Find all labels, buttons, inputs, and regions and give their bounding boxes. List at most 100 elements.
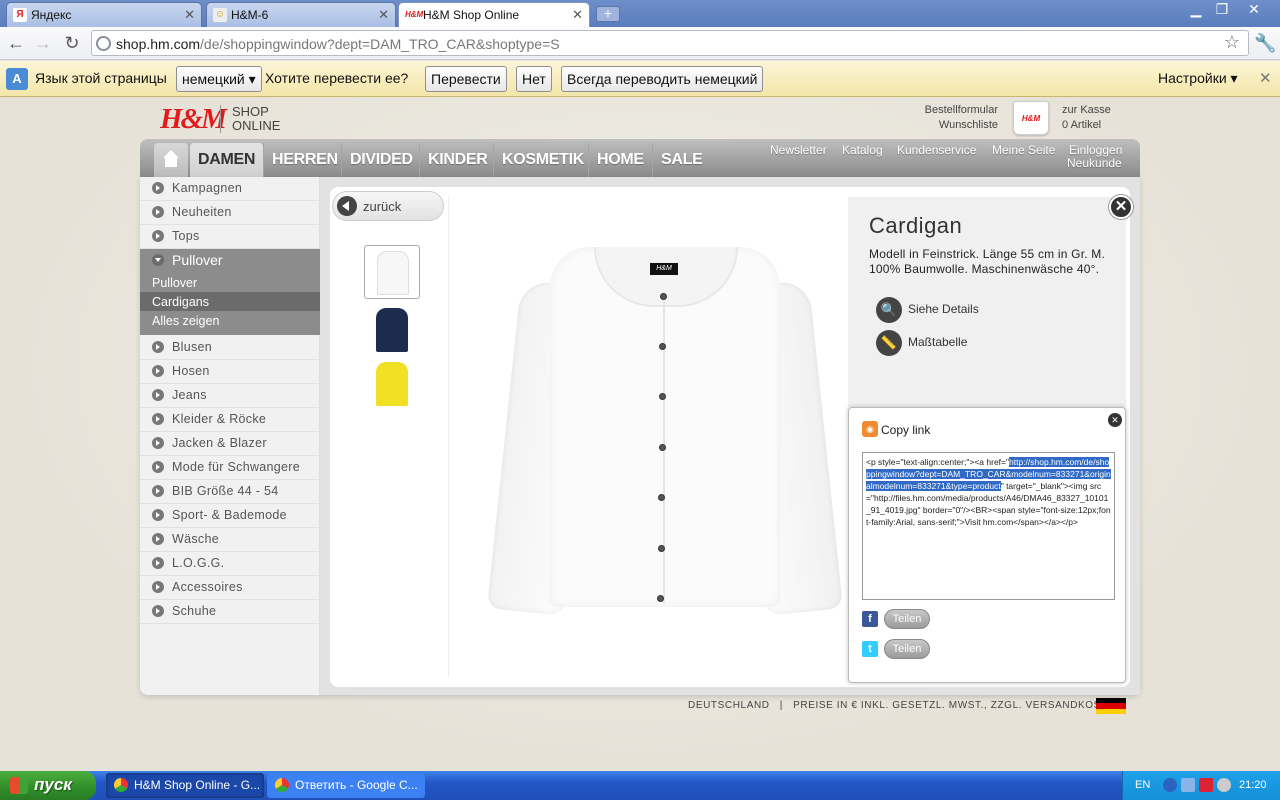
infobar-settings[interactable]: Настройки ▾ <box>1158 70 1238 87</box>
embed-code-textarea[interactable]: <p style="text-align:center;"><a href="h… <box>862 452 1115 600</box>
german-flag-icon[interactable] <box>1096 698 1126 714</box>
sidebar-item-schuhe[interactable]: Schuhe <box>140 600 320 624</box>
order-form-link[interactable]: Bestellformular <box>900 103 998 118</box>
thumbnail-navy[interactable] <box>364 303 420 357</box>
footer-country[interactable]: DEUTSCHLAND <box>688 700 770 711</box>
tab-hm-shop[interactable]: H&M H&M Shop Online ✕ <box>398 2 590 27</box>
maximize-icon[interactable]: ❐ <box>1209 0 1235 20</box>
divider <box>448 197 449 677</box>
garment-label: H&M <box>650 263 678 275</box>
sidebar-item-kampagnen[interactable]: Kampagnen <box>140 177 320 201</box>
popup-close-icon[interactable]: ✕ <box>1108 413 1122 427</box>
forward-icon[interactable]: → <box>32 32 54 54</box>
sidebar-item-blusen[interactable]: Blusen <box>140 336 320 360</box>
sidebar-item-label: Jacken & Blazer <box>172 436 267 450</box>
sidebar-item-hosen[interactable]: Hosen <box>140 360 320 384</box>
address-bar[interactable]: shop.hm.com/de/shoppingwindow?dept=DAM_T… <box>91 30 1249 56</box>
taskbar-item-label: H&M Shop Online - G... <box>134 778 261 792</box>
shop-online-label: SHOP ONLINE <box>232 105 280 133</box>
thumbnail-yellow[interactable] <box>364 357 420 411</box>
close-icon[interactable]: ✕ <box>378 7 389 23</box>
taskbar-item-hm[interactable]: H&M Shop Online - G... <box>106 773 264 798</box>
language-select[interactable]: немецкий ▾ <box>176 66 262 92</box>
thumbnail-white[interactable] <box>364 245 420 299</box>
antivirus-icon[interactable] <box>1199 778 1213 792</box>
sidebar-sub-alles-zeigen[interactable]: Alles zeigen <box>140 311 320 330</box>
clock: 21:20 <box>1239 779 1267 791</box>
nav-tab-sale[interactable]: SALE <box>652 143 710 177</box>
product-image[interactable]: H&M <box>480 233 844 623</box>
always-translate-button[interactable]: Всегда переводить немецкий <box>561 66 764 92</box>
sidebar-item-neuheiten[interactable]: Neuheiten <box>140 201 320 225</box>
nav-tab-divided[interactable]: DIVIDED <box>341 143 421 177</box>
window-close-icon[interactable]: ✕ <box>1241 0 1267 20</box>
sidebar-item-label: Hosen <box>172 364 210 378</box>
tray-arrow-icon[interactable] <box>1163 778 1177 792</box>
sidebar-item-tops[interactable]: Tops <box>140 225 320 249</box>
checkout-info: zur Kasse 0 Artikel <box>1062 103 1111 133</box>
start-button[interactable]: пуск <box>0 771 96 800</box>
back-icon[interactable]: ← <box>5 32 27 54</box>
sidebar-item-accessoires[interactable]: Accessoires <box>140 576 320 600</box>
hm-logo[interactable]: H&M <box>160 103 227 135</box>
back-button[interactable]: zurück <box>332 191 444 221</box>
no-button[interactable]: Нет <box>516 66 552 92</box>
reload-icon[interactable]: ↻ <box>61 32 83 54</box>
infobar-close-icon[interactable]: ✕ <box>1259 69 1272 87</box>
url-path: /de/shoppingwindow?dept=DAM_TRO_CAR&shop… <box>200 36 560 52</box>
size-chart-link[interactable]: 📏 Maßtabelle <box>876 330 967 356</box>
viewer-close-icon[interactable]: ✕ <box>1109 195 1133 219</box>
wishlist-link[interactable]: Wunschliste <box>900 118 998 133</box>
new-tab-button[interactable]: + <box>596 6 620 22</box>
meine-seite-link[interactable]: Meine Seite <box>992 143 1055 157</box>
sidebar-item-pullover-category[interactable]: Pullover <box>140 249 320 273</box>
sidebar-sub-cardigans[interactable]: Cardigans <box>140 292 320 311</box>
close-icon[interactable]: ✕ <box>572 7 583 23</box>
nav-tab-herren[interactable]: HERREN <box>263 143 346 177</box>
close-icon[interactable]: ✕ <box>184 7 195 23</box>
nav-tab-home[interactable]: HOME <box>588 143 652 177</box>
wrench-icon[interactable]: 🔧 <box>1254 33 1276 54</box>
sidebar-item-bib[interactable]: BIB Größe 44 - 54 <box>140 480 320 504</box>
sidebar-item-kleider[interactable]: Kleider & Röcke <box>140 408 320 432</box>
sidebar-item-waesche[interactable]: Wäsche <box>140 528 320 552</box>
katalog-link[interactable]: Katalog <box>842 143 883 157</box>
category-sidebar: Kampagnen Neuheiten Tops Pullover Pullov… <box>140 177 320 695</box>
code-before: <p style="text-align:center;"><a href=" <box>866 457 1010 467</box>
kundenservice-link[interactable]: Kundenservice <box>897 143 976 157</box>
bullet-arrow-icon <box>152 365 164 377</box>
sidebar-item-schwangere[interactable]: Mode für Schwangere <box>140 456 320 480</box>
nav-tab-kosmetik[interactable]: KOSMETIK <box>493 143 592 177</box>
language-indicator[interactable]: EN <box>1135 779 1150 791</box>
bullet-arrow-icon <box>152 413 164 425</box>
volume-icon[interactable] <box>1217 778 1231 792</box>
details-link[interactable]: 🔍 Siehe Details <box>876 297 979 323</box>
bullet-arrow-icon <box>152 389 164 401</box>
tab-yandex[interactable]: Я Яндекс ✕ <box>6 2 202 27</box>
browser-tab-strip: Я Яндекс ✕ ☺ H&M-6 ✕ H&M H&M Shop Online… <box>0 0 1280 27</box>
checkout-link[interactable]: zur Kasse <box>1062 103 1111 118</box>
twitter-share-button[interactable]: Teilen <box>884 639 930 659</box>
sidebar-item-jeans[interactable]: Jeans <box>140 384 320 408</box>
minimize-icon[interactable]: ▁ <box>1183 0 1209 20</box>
sidebar-item-logg[interactable]: L.O.G.G. <box>140 552 320 576</box>
home-icon[interactable] <box>154 143 188 177</box>
sidebar-item-label: BIB Größe 44 - 54 <box>172 484 279 498</box>
login-link[interactable]: Einloggen <box>1069 143 1122 157</box>
sidebar-item-sport[interactable]: Sport- & Bademode <box>140 504 320 528</box>
taskbar-item-gmail[interactable]: Ответить - Google C... <box>267 773 425 798</box>
nav-tab-damen[interactable]: DAMEN <box>190 143 264 177</box>
shopping-bag-icon[interactable]: H&M <box>1013 101 1049 135</box>
nav-tab-kinder[interactable]: KINDER <box>419 143 496 177</box>
tab-hm-6[interactable]: ☺ H&M-6 ✕ <box>206 2 396 27</box>
sidebar-sub-pullover[interactable]: Pullover <box>140 273 320 292</box>
browser-toolbar: ← → ↻ shop.hm.com/de/shoppingwindow?dept… <box>0 27 1280 60</box>
facebook-share-button[interactable]: Teilen <box>884 609 930 629</box>
newsletter-link[interactable]: Newsletter <box>770 143 827 157</box>
new-customer-link[interactable]: Neukunde <box>1067 156 1122 170</box>
network-icon[interactable] <box>1181 778 1195 792</box>
translate-button[interactable]: Перевести <box>425 66 507 92</box>
bookmark-star-icon[interactable]: ☆ <box>1224 32 1240 53</box>
sidebar-item-jacken[interactable]: Jacken & Blazer <box>140 432 320 456</box>
cardigan-button <box>659 393 666 400</box>
